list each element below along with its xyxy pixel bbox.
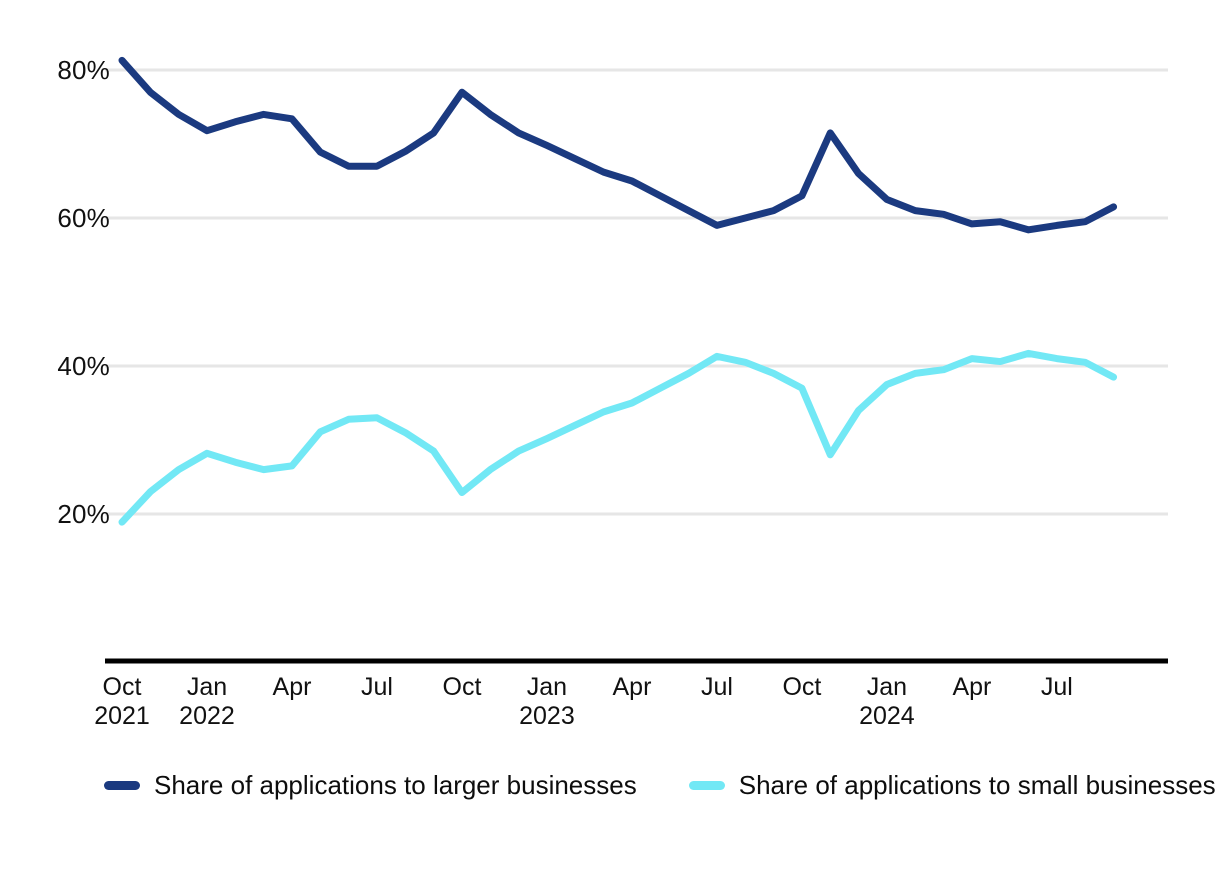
x-tick-label: Jan 2024 (859, 673, 915, 731)
line-chart: 20% 40% 60% 80% Oct 2021 Jan 2022 Apr Jul Oct Jan 2… (0, 0, 1220, 884)
legend-swatch-larger-businesses (104, 780, 140, 790)
legend-item-larger-businesses[interactable]: Share of applications to larger business… (104, 772, 637, 798)
x-tick-label: Jul (361, 673, 393, 702)
x-tick-year: 2023 (519, 701, 575, 730)
y-tick-label: 60% (57, 203, 110, 233)
x-tick-month: Apr (272, 673, 312, 701)
y-tick-label: 20% (57, 499, 110, 529)
x-tick-month: Apr (612, 673, 652, 701)
series-line-small-businesses (118, 349, 1118, 526)
legend-label-larger-businesses: Share of applications to larger business… (154, 770, 637, 800)
legend-swatch-small-businesses (688, 780, 725, 790)
x-tick-month: Oct (442, 673, 482, 701)
x-tick-month: Oct (102, 673, 142, 701)
gridlines (105, 68, 1168, 516)
x-tick-label: Apr (612, 673, 651, 702)
x-tick-year: 2024 (859, 701, 915, 730)
x-tick-month: Jul (360, 673, 393, 701)
x-tick-label: Jan 2022 (179, 673, 235, 731)
x-tick-label: Jul (701, 673, 733, 702)
x-tick-month: Jul (1040, 673, 1073, 701)
x-tick-label: Oct (782, 673, 821, 702)
x-tick-month: Jan (866, 673, 908, 701)
x-tick-month: Jan (526, 673, 568, 701)
x-tick-label: Jul (1041, 673, 1073, 702)
x-tick-label: Apr (273, 673, 312, 702)
x-tick-month: Jan (186, 673, 228, 701)
x-tick-month: Apr (952, 673, 992, 701)
x-tick-year: 2021 (94, 701, 150, 730)
y-tick-label: 80% (57, 55, 110, 85)
chart-legend: Share of applications to larger business… (104, 772, 1216, 798)
legend-label-small-businesses: Share of applications to small businesse… (738, 770, 1216, 800)
x-tick-year: 2022 (179, 701, 235, 730)
x-tick-label: Apr (952, 673, 991, 702)
x-tick-label: Jan 2023 (519, 673, 575, 731)
series-line-larger-businesses (118, 56, 1118, 234)
series-lines (118, 56, 1118, 526)
chart-canvas (105, 56, 1168, 664)
x-tick-label: Oct 2021 (94, 673, 150, 731)
y-tick-label: 40% (57, 351, 110, 381)
x-tick-month: Jul (700, 673, 733, 701)
legend-item-small-businesses[interactable]: Share of applications to small businesse… (688, 770, 1216, 800)
x-tick-month: Oct (782, 673, 822, 701)
x-tick-label: Oct (443, 673, 482, 702)
